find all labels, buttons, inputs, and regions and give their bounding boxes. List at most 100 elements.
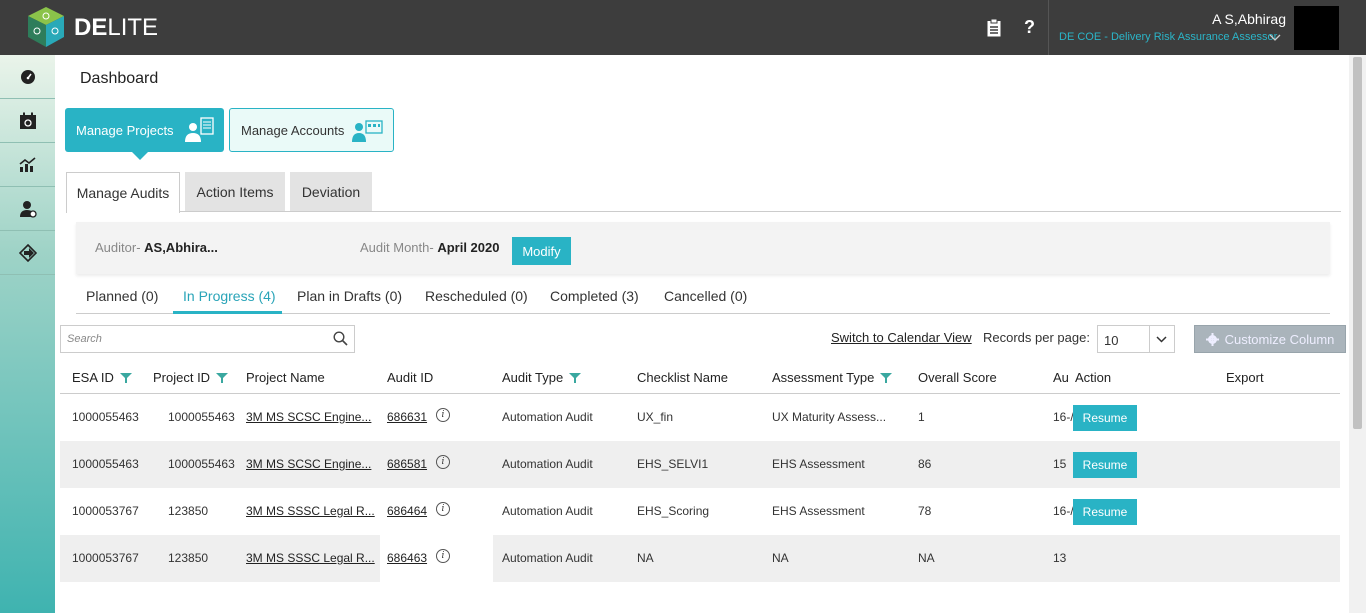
resume-button[interactable]: Resume	[1073, 499, 1137, 525]
scrollbar-thumb[interactable]	[1353, 57, 1362, 429]
cell-assessment-type: EHS Assessment	[772, 504, 865, 518]
sidebar-item-calendar[interactable]	[0, 99, 55, 143]
app-logo[interactable]: DELITE	[74, 14, 158, 42]
table-row: 1000055463 1000055463 3M MS SCSC Engine.…	[60, 394, 1340, 441]
cell-checklist-name: NA	[637, 551, 654, 565]
cell-overall-score: NA	[918, 551, 935, 565]
brand-bold: DE	[74, 14, 108, 41]
records-per-page-select[interactable]: 10	[1097, 325, 1175, 353]
search-input[interactable]: Search	[60, 325, 355, 353]
column-assessment-type[interactable]: Assessment Type	[772, 370, 893, 385]
info-icon[interactable]: i	[436, 408, 450, 422]
filter-icon[interactable]	[569, 372, 582, 383]
filter-panel: Auditor- AS,Abhira... Audit Month- April…	[76, 222, 1330, 274]
cell-audit-id-link[interactable]: 686464	[387, 504, 427, 518]
cell-audit-id-link[interactable]: 686631	[387, 410, 427, 424]
tab-divider	[180, 211, 1341, 212]
column-audit-type[interactable]: Audit Type	[502, 370, 582, 385]
cell-project-name-link[interactable]: 3M MS SSSC Legal R...	[246, 551, 375, 565]
sidebar-item-user-settings[interactable]	[0, 187, 55, 231]
table-header: ESA ID Project ID Project Name Audit ID …	[60, 362, 1340, 394]
filter-icon[interactable]	[880, 372, 893, 383]
chevron-down-icon[interactable]	[1149, 326, 1173, 352]
column-esa-id[interactable]: ESA ID	[72, 370, 132, 385]
help-icon[interactable]: ?	[1024, 17, 1035, 38]
column-audit-id[interactable]: Audit ID	[387, 370, 433, 385]
sidebar-item-analytics[interactable]	[0, 143, 55, 187]
resume-button[interactable]: Resume	[1073, 452, 1137, 478]
brand-light: LITE	[107, 14, 159, 41]
column-au[interactable]: Au	[1053, 370, 1069, 385]
cell-checklist-name: UX_fin	[637, 410, 674, 424]
column-action[interactable]: Action	[1075, 370, 1111, 385]
resume-button[interactable]: Resume	[1073, 405, 1137, 431]
modify-button[interactable]: Modify	[512, 237, 571, 265]
column-export[interactable]: Export	[1226, 370, 1264, 385]
export-icon	[18, 243, 37, 262]
cell-audit-type: Automation Audit	[502, 551, 593, 565]
status-tab-cancelled[interactable]: Cancelled (0)	[664, 288, 747, 304]
cell-au: 16-/	[1053, 504, 1074, 518]
info-icon[interactable]: i	[436, 455, 450, 469]
cell-overall-score: 86	[918, 457, 932, 471]
project-manager-icon	[185, 117, 214, 142]
records-per-page-label: Records per page:	[983, 330, 1090, 345]
status-tab-rescheduled[interactable]: Rescheduled (0)	[425, 288, 528, 304]
column-audit-type-label: Audit Type	[502, 370, 564, 385]
cell-esa-id: 1000053767	[72, 551, 139, 565]
column-project-name[interactable]: Project Name	[246, 370, 325, 385]
clipboard-icon[interactable]	[987, 19, 1001, 37]
audit-month-label: Audit Month-	[360, 240, 438, 255]
tab-deviation[interactable]: Deviation	[290, 172, 372, 212]
status-tab-completed[interactable]: Completed (3)	[550, 288, 639, 304]
column-overall-score[interactable]: Overall Score	[918, 370, 997, 385]
chevron-down-icon[interactable]	[1269, 34, 1281, 42]
sidebar-item-dashboard[interactable]	[0, 55, 55, 99]
vertical-scrollbar[interactable]	[1349, 55, 1366, 613]
tab-action-items[interactable]: Action Items	[185, 172, 285, 212]
audit-month-value: April 2020	[437, 240, 500, 255]
cell-au: 16-/	[1053, 410, 1074, 424]
auditor-label: Auditor-	[95, 240, 145, 255]
status-tabs: Planned (0) In Progress (4) Plan in Draf…	[76, 282, 1330, 314]
manage-projects-label: Manage Projects	[76, 122, 174, 138]
cell-project-name-link[interactable]: 3M MS SSSC Legal R...	[246, 504, 375, 518]
user-menu[interactable]: A S,Abhirag DE COE - Delivery Risk Assur…	[1048, 0, 1348, 55]
switch-calendar-view-link[interactable]: Switch to Calendar View	[831, 330, 972, 345]
manage-accounts-label: Manage Accounts	[241, 122, 345, 138]
status-tab-planned[interactable]: Planned (0)	[86, 288, 158, 304]
cell-audit-id-link[interactable]: 686463	[387, 551, 427, 565]
user-settings-icon	[19, 200, 37, 218]
calendar-icon	[19, 112, 36, 129]
search-icon[interactable]	[333, 331, 348, 346]
avatar[interactable]	[1294, 6, 1339, 50]
status-tab-plan-in-drafts[interactable]: Plan in Drafts (0)	[297, 288, 402, 304]
cell-audit-id-link[interactable]: 686581	[387, 457, 427, 471]
customize-column-label: Customize Column	[1224, 331, 1335, 347]
info-icon[interactable]: i	[436, 549, 450, 563]
cell-esa-id: 1000055463	[72, 410, 139, 424]
page-title: Dashboard	[80, 70, 159, 87]
filter-icon[interactable]	[119, 372, 132, 383]
cell-project-name-link[interactable]: 3M MS SCSC Engine...	[246, 410, 371, 424]
sidebar-item-export[interactable]	[0, 231, 55, 275]
active-tab-indicator	[173, 311, 282, 314]
account-manager-icon	[352, 120, 383, 142]
column-checklist-name[interactable]: Checklist Name	[637, 370, 728, 385]
dashboard-icon	[20, 69, 35, 84]
manage-accounts-button[interactable]: Manage Accounts	[229, 108, 394, 152]
filter-icon[interactable]	[216, 372, 229, 383]
manage-projects-button[interactable]: Manage Projects	[65, 108, 224, 160]
cell-project-id: 1000055463	[168, 457, 235, 471]
cell-project-name-link[interactable]: 3M MS SCSC Engine...	[246, 457, 371, 471]
gear-icon	[1205, 332, 1219, 346]
info-icon[interactable]: i	[436, 502, 450, 516]
column-project-id[interactable]: Project ID	[153, 370, 229, 385]
status-tab-in-progress[interactable]: In Progress (4)	[183, 288, 276, 304]
tab-manage-audits[interactable]: Manage Audits	[66, 172, 180, 213]
search-placeholder: Search	[67, 333, 102, 345]
logo-cube-icon	[28, 7, 64, 47]
customize-column-button[interactable]: Customize Column	[1194, 325, 1346, 353]
table-row: 1000053767 123850 3M MS SSSC Legal R... …	[60, 488, 1340, 535]
table-row: 1000053767 123850 3M MS SSSC Legal R... …	[60, 535, 1340, 582]
